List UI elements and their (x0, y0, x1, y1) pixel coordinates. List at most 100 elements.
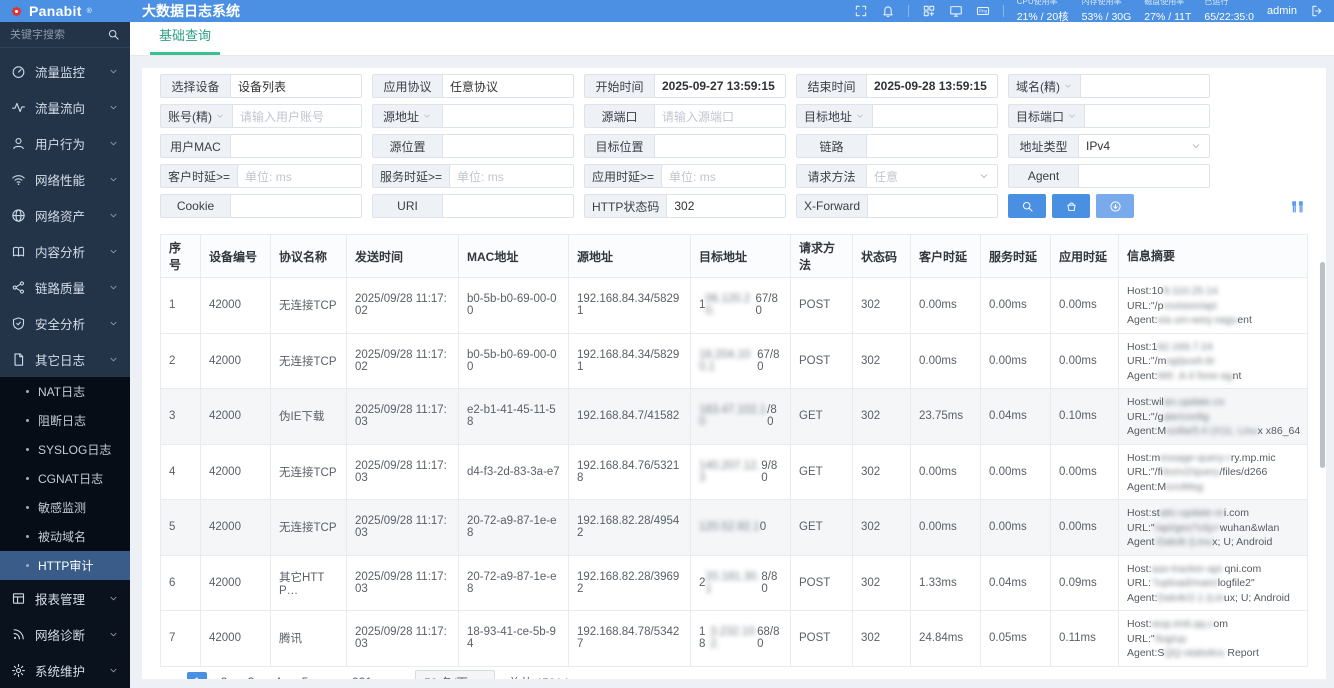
notifications-button[interactable] (881, 4, 895, 18)
page-button[interactable]: 1 (187, 672, 207, 679)
field-input-uri[interactable] (442, 194, 574, 218)
field-input-client-delay[interactable]: 单位: ms (237, 164, 362, 188)
field-input-end-time[interactable]: 2025-09-28 13:59:15 (866, 74, 998, 98)
cell-status: 302 (853, 278, 911, 333)
table-row[interactable]: 442000无连接TCP2025/09/28 11:17:03d4-f3-2d-… (161, 445, 1307, 501)
sidebar-item-traffic-monitor[interactable]: 流量监控 (0, 53, 130, 89)
page-size-select[interactable]: 50 条/页 (415, 670, 495, 679)
table-row[interactable]: 142000无连接TCP2025/09/28 11:17:02b0-5b-b0-… (161, 278, 1307, 334)
table-row[interactable]: 542000无连接TCP2025/09/28 11:17:0320-72-a9-… (161, 500, 1307, 556)
sidebar-item-network-diag[interactable]: 网络诊断 (0, 616, 130, 652)
summary-line: Agent:sia um-weq naguent (1127, 313, 1299, 328)
table-row[interactable]: 742000腾讯2025/09/28 11:17:0318-93-41-ce-5… (161, 611, 1307, 667)
apps-button[interactable] (922, 4, 936, 18)
sidebar-item-security-analysis[interactable]: 安全分析 (0, 305, 130, 341)
field-input-src-port[interactable]: 请输入源端口 (654, 104, 786, 128)
cell-dst: 183.232.102.68/80 (691, 611, 791, 666)
sidebar-item-other-logs[interactable]: 其它日志 (0, 341, 130, 377)
sidebar-subitem-nat-log[interactable]: NAT日志 (0, 377, 130, 406)
field-input-app-delay[interactable]: 单位: ms (661, 164, 786, 188)
field-input-device[interactable]: 设备列表 (230, 74, 362, 98)
cell-app_delay: 0.00ms (1051, 334, 1119, 389)
sidebar-subitem-syslog-log[interactable]: SYSLOG日志 (0, 435, 130, 464)
field-input-domain-exact[interactable] (1080, 74, 1210, 98)
sidebar-item-content-analysis[interactable]: 内容分析 (0, 233, 130, 269)
page-button[interactable]: 2 (214, 672, 234, 679)
text-segment: x x86_64 (1258, 425, 1301, 437)
page-button[interactable]: 5 (295, 672, 315, 679)
field-server-delay: 服务时延>=单位: ms (372, 164, 574, 188)
redacted-text: aax-tracker-api. (1152, 563, 1225, 575)
page-ellipsis: ... (322, 672, 342, 679)
cell-time: 2025/09/28 11:17:03 (347, 389, 459, 444)
field-input-dst-addr[interactable] (872, 104, 998, 128)
field-addr-type: 地址类型IPv4 (1008, 134, 1210, 158)
sidebar-search-input[interactable] (10, 29, 107, 41)
sidebar-subitem-sensitive-monitor[interactable]: 敏感监测 (0, 493, 130, 522)
clear-button[interactable] (1052, 194, 1090, 218)
sidebar-subitem-cgnat-log[interactable]: CGNAT日志 (0, 464, 130, 493)
chevron-down-icon (108, 246, 119, 257)
field-label: 源位置 (372, 134, 442, 158)
sidebar-item-link-quality[interactable]: 链路质量 (0, 269, 130, 305)
field-input-http-status[interactable]: 302 (666, 194, 786, 218)
field-input-account-exact[interactable]: 请输入用户账号 (232, 104, 362, 128)
sidebar-item-network-assets[interactable]: 网络资产 (0, 197, 130, 233)
sidebar-subitem-http-audit[interactable]: HTTP审计 (0, 551, 130, 580)
field-input-start-time[interactable]: 2025-09-27 13:59:15 (654, 74, 786, 98)
sidebar-subitem-block-log[interactable]: 阻断日志 (0, 406, 130, 435)
download-button[interactable] (1096, 194, 1134, 218)
sidebar-item-user-behavior[interactable]: 用户行为 (0, 125, 130, 161)
search-icon[interactable] (107, 28, 120, 41)
redacted-text: 06.120.20. (705, 293, 755, 317)
fullscreen-button[interactable] (854, 4, 868, 18)
ping-button[interactable]: Ping (976, 4, 990, 18)
field-input-dst-port[interactable] (1084, 104, 1210, 128)
sidebar-item-network-perf[interactable]: 网络性能 (0, 161, 130, 197)
next-page-button[interactable] (382, 672, 402, 679)
search-button[interactable] (1008, 194, 1046, 218)
user-name[interactable]: admin (1267, 5, 1297, 17)
field-input-cookie[interactable] (230, 194, 362, 218)
field-input-x-forward[interactable] (867, 194, 998, 218)
cell-dst: 220.181.30.18/80 (691, 556, 791, 611)
text-segment: /files/d266 (1219, 466, 1267, 478)
field-input-agent[interactable] (1078, 164, 1210, 188)
page-button[interactable]: 3 (241, 672, 261, 679)
summary-line: Host:static-update-mi.com (1127, 506, 1299, 521)
logout-button[interactable] (1310, 4, 1324, 18)
field-label: 链路 (796, 134, 866, 158)
field-input-dst-location[interactable] (654, 134, 786, 158)
page-button[interactable]: 4 (268, 672, 288, 679)
cell-status: 302 (853, 445, 911, 500)
field-label: 源端口 (584, 104, 654, 128)
field-input-user-mac[interactable] (230, 134, 362, 158)
field-input-link[interactable] (866, 134, 998, 158)
cell-app_delay: 0.00ms (1051, 278, 1119, 333)
book-icon (11, 244, 26, 259)
field-input-request-method[interactable]: 任意 (866, 164, 998, 188)
sidebar-item-label: 内容分析 (35, 242, 85, 261)
field-input-addr-type[interactable]: IPv4 (1078, 134, 1210, 158)
sidebar-item-traffic-flow[interactable]: 流量流向 (0, 89, 130, 125)
redacted-text: sia um-weq nagu (1157, 314, 1237, 326)
table-scrollbar[interactable] (1320, 262, 1325, 468)
field-input-src-location[interactable] (442, 134, 574, 158)
column-settings-button[interactable] (1289, 198, 1306, 215)
summary-line: Agent:Dalvik (Linux; U; Android (1127, 535, 1299, 550)
sidebar-item-report-mgmt[interactable]: 报表管理 (0, 580, 130, 616)
sidebar-item-system-maintain[interactable]: 系统维护 (0, 652, 130, 688)
field-input-app-protocol[interactable]: 任意协议 (442, 74, 574, 98)
tab-basic-query[interactable]: 基础查询 (150, 25, 220, 55)
sidebar-subitem-passive-domain[interactable]: 被动域名 (0, 522, 130, 551)
subitem-label: HTTP审计 (38, 557, 93, 574)
table-row[interactable]: 342000伪IE下载2025/09/28 11:17:03e2-b1-41-4… (161, 389, 1307, 445)
table-row[interactable]: 642000其它HTTP…2025/09/28 11:17:0320-72-a9… (161, 556, 1307, 612)
monitor-button[interactable] (949, 4, 963, 18)
table-row[interactable]: 242000无连接TCP2025/09/28 11:17:02b0-5b-b0-… (161, 334, 1307, 390)
page-button[interactable]: 901 (349, 672, 375, 679)
field-input-src-addr[interactable] (442, 104, 574, 128)
field-http-status: HTTP状态码302 (584, 194, 786, 218)
prev-page-button[interactable] (160, 672, 180, 679)
field-input-server-delay[interactable]: 单位: ms (449, 164, 574, 188)
